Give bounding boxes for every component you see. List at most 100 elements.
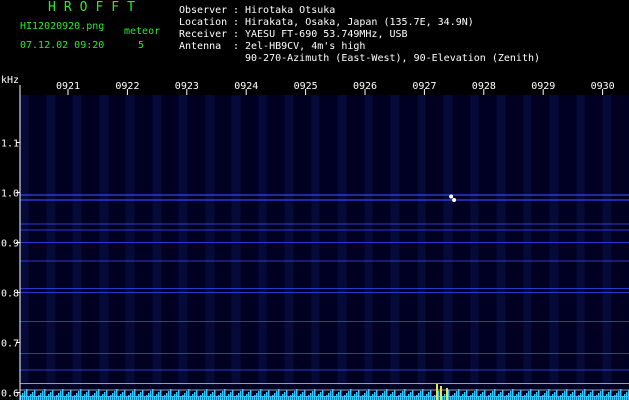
- amplitude-bar: [200, 395, 202, 400]
- amplitude-bar: [374, 392, 376, 400]
- amplitude-bar: [304, 390, 306, 400]
- amplitude-bar: [560, 395, 562, 400]
- amplitude-bar: [40, 393, 42, 400]
- amplitude-bar: [404, 389, 406, 400]
- amplitude-bar: [38, 395, 40, 400]
- amplitude-bar: [298, 396, 300, 400]
- amplitude-bar: [302, 392, 304, 400]
- amplitude-bar: [146, 395, 148, 400]
- amplitude-bar: [278, 389, 280, 400]
- amplitude-bar: [582, 391, 584, 400]
- amplitude-bar: [286, 390, 288, 400]
- amplitude-bar: [316, 396, 318, 400]
- amplitude-bar: [56, 395, 58, 400]
- amplitude-bar: [574, 390, 576, 400]
- amplitude-bar: [336, 394, 338, 400]
- amplitude-bar: [394, 390, 396, 400]
- amplitude-bar: [422, 389, 424, 400]
- amplitude-bar: [624, 394, 626, 400]
- y-tick-label: 1.0: [1, 189, 19, 200]
- amplitude-bar: [510, 391, 512, 400]
- amplitude-bar: [74, 395, 76, 400]
- amplitude-bar: [160, 390, 162, 400]
- amplitude-bar: [114, 391, 116, 400]
- amplitude-bar: [196, 390, 198, 400]
- amplitude-bar: [364, 393, 366, 400]
- amplitude-bar: [264, 394, 266, 400]
- amplitude-bar: [566, 389, 568, 400]
- amplitude-bar: [156, 394, 158, 400]
- amplitude-bar: [606, 394, 608, 400]
- amplitude-bar: [344, 395, 346, 400]
- amplitude-bar: [352, 396, 354, 400]
- amplitude-bar: [584, 389, 586, 400]
- amplitude-bar: [154, 396, 156, 400]
- amplitude-bar: [408, 394, 410, 400]
- amplitude-bar: [572, 392, 574, 400]
- amplitude-bar: [402, 391, 404, 400]
- amplitude-bar: [466, 390, 468, 400]
- amplitude-bar: [260, 389, 262, 400]
- amplitude-bar: [528, 391, 530, 400]
- amplitude-bar: [212, 392, 214, 400]
- amplitude-bar: [448, 390, 450, 400]
- amplitude-bar: [222, 391, 224, 400]
- amplitude-bar: [214, 390, 216, 400]
- x-tick-label: 0923: [175, 81, 199, 92]
- amplitude-bar: [60, 391, 62, 400]
- amplitude-bar: [538, 390, 540, 400]
- amplitude-bar: [410, 392, 412, 400]
- y-tick-label: 0.6: [1, 389, 19, 400]
- amplitude-bar: [600, 391, 602, 400]
- amplitude-bar: [350, 389, 352, 400]
- meteor-echo: [452, 198, 457, 202]
- y-tick-label: 1.1: [1, 139, 19, 150]
- amplitude-bar: [296, 389, 298, 400]
- amplitude-bar: [604, 396, 606, 400]
- amplitude-bar: [258, 391, 260, 400]
- amplitude-bar: [502, 390, 504, 400]
- amplitude-bar: [488, 395, 490, 400]
- amplitude-bar: [134, 389, 136, 400]
- amplitude-bar: [532, 396, 534, 400]
- amplitude-bar: [142, 390, 144, 400]
- amplitude-bar: [44, 389, 46, 400]
- amplitude-bar: [218, 395, 220, 400]
- amplitude-bar: [556, 390, 558, 400]
- amplitude-bar: [552, 394, 554, 400]
- amplitude-bar: [460, 396, 462, 400]
- amplitude-bar: [284, 392, 286, 400]
- amplitude-bar: [356, 392, 358, 400]
- amplitude-bar: [192, 394, 194, 400]
- amplitude-bar: [42, 391, 44, 400]
- amplitude-bar: [178, 390, 180, 400]
- amplitude-bar: [300, 394, 302, 400]
- amplitude-bar: [564, 391, 566, 400]
- amplitude-bar: [598, 393, 600, 400]
- amplitude-bar: [34, 390, 36, 400]
- amplitude-bar: [370, 396, 372, 400]
- amplitude-bar: [362, 395, 364, 400]
- amplitude-bar: [208, 396, 210, 400]
- amplitude-bar: [380, 395, 382, 400]
- meteor-echo: [449, 194, 454, 199]
- amplitude-bar: [230, 392, 232, 400]
- x-tick-label: 0929: [531, 81, 555, 92]
- amplitude-bar: [392, 392, 394, 400]
- amplitude-bar: [400, 393, 402, 400]
- y-tick-label: 0.8: [1, 289, 19, 300]
- amplitude-bar: [530, 389, 532, 400]
- amplitude-bar: [104, 392, 106, 400]
- amplitude-bar: [484, 390, 486, 400]
- amplitude-bar: [338, 392, 340, 400]
- amplitude-bar: [506, 395, 508, 400]
- amplitude-bar: [128, 395, 130, 400]
- amplitude-bar: [100, 396, 102, 400]
- amplitude-bar: [590, 392, 592, 400]
- amplitude-bar: [516, 394, 518, 400]
- amplitude-bar: [570, 394, 572, 400]
- amplitude-bar: [242, 389, 244, 400]
- plot-background: [20, 95, 629, 400]
- amplitude-bar: [226, 396, 228, 400]
- amplitude-bar: [434, 395, 436, 400]
